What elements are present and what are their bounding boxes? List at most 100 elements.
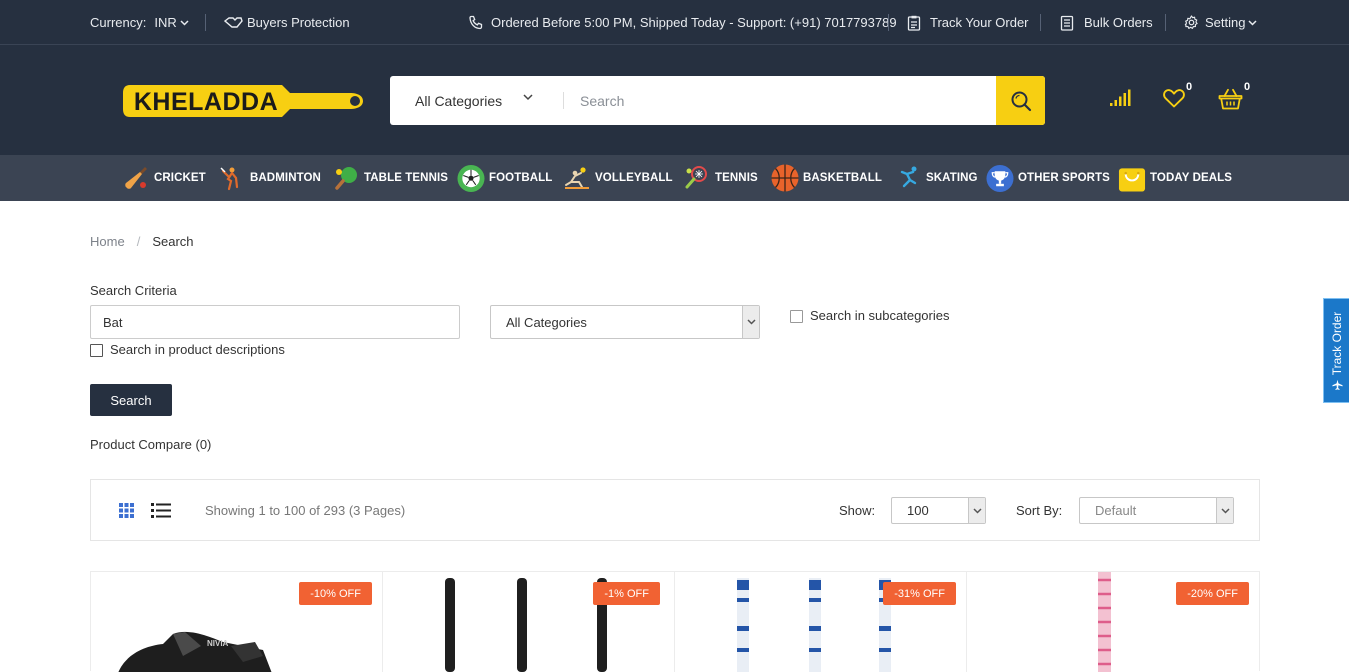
category-nav: CRICKET BADMINTON TABLE TENNIS FOOTBALL … [0,155,1349,201]
discount-badge: -10% OFF [299,582,372,605]
search-button[interactable] [996,76,1045,125]
plane-icon [1331,379,1342,390]
buyers-protection-label: Buyers Protection [247,15,350,30]
compare-signal-icon[interactable] [1109,88,1131,108]
product-image: NIVIA [118,631,272,672]
nav-label: TODAY DEALS [1150,172,1233,184]
chevron-down-icon [523,94,533,101]
breadcrumb-home[interactable]: Home [90,234,125,249]
discount-badge: -20% OFF [1176,582,1249,605]
chevron-down-icon [972,507,982,514]
chevron-down-icon [1220,507,1230,514]
product-grid: NIVIA -10% OFF -1% OFF -31% OFF -20% OFF [90,571,1260,672]
wishlist-heart-icon[interactable] [1163,89,1185,108]
track-order-tab-label: Track Order [1329,311,1344,375]
skater-icon [900,166,917,188]
show-limit-select[interactable]: 100 [891,497,986,524]
descriptions-label: Search in product descriptions [110,342,285,357]
sort-value: Default [1095,503,1137,518]
track-order-link[interactable]: Track Your Order [907,0,1029,45]
football-icon [457,164,485,192]
nav-item-volleyball[interactable]: VOLLEYBALL [563,155,673,201]
category-dropdown-value: All Categories [415,92,503,109]
show-limit-value: 100 [907,503,929,518]
nav-item-cricket[interactable]: CRICKET [122,155,206,201]
nav-label: CRICKET [154,172,206,184]
wishlist-count: 0 [1186,81,1193,93]
cricket-bat-icon [125,167,147,189]
subcategories-label: Search in subcategories [810,308,950,323]
list-view-icon[interactable] [151,503,171,518]
top-bar: Currency: INR Buyers Protection Ordered … [0,0,1349,45]
handshake-icon [224,16,243,28]
main-header: KHELADDA All Categories 0 0 [0,45,1349,155]
volleyball-player-icon [565,167,589,189]
keyword-input[interactable] [90,305,460,339]
nav-item-today-deals[interactable]: TODAY DEALS [1118,155,1232,201]
product-card[interactable]: NIVIA -10% OFF [91,572,383,672]
svg-text:NIVIA: NIVIA [207,639,229,648]
search-input[interactable] [566,76,986,125]
search-submit-button[interactable]: Search [90,384,172,416]
discount-badge: -31% OFF [883,582,956,605]
results-count: Showing 1 to 100 of 293 (3 Pages) [205,502,406,518]
nav-label: TENNIS [715,172,758,184]
nav-label: TABLE TENNIS [364,172,449,184]
nav-label: OTHER SPORTS [1018,172,1110,184]
sort-select[interactable]: Default [1079,497,1234,524]
product-card[interactable]: -1% OFF [383,572,675,672]
nav-label: VOLLEYBALL [595,172,673,184]
nav-item-other-sports[interactable]: OTHER SPORTS [986,155,1110,201]
currency-selector[interactable]: Currency: INR [90,0,189,45]
buyers-protection-link[interactable]: Buyers Protection [224,0,350,45]
descriptions-checkbox[interactable] [90,344,103,357]
show-label: Show: [839,502,876,518]
category-dropdown[interactable]: All Categories [415,76,502,125]
listing-toolbar: Showing 1 to 100 of 293 (3 Pages) Show: … [90,479,1260,541]
search-criteria-title: Search Criteria [90,283,177,298]
chevron-down-icon [1248,19,1258,26]
shipping-note-text: Ordered Before 5:00 PM, Shipped Today - … [491,15,897,30]
chevron-down-icon [180,19,189,26]
grid-view-icon[interactable] [119,503,134,518]
bulk-orders-label: Bulk Orders [1084,15,1153,30]
nav-item-basketball[interactable]: BASKETBALL [771,155,882,201]
basketball-icon [771,164,799,192]
breadcrumb: Home / Search [90,234,194,249]
table-tennis-paddle-icon [335,167,357,190]
product-card[interactable]: -31% OFF [675,572,967,672]
product-card[interactable]: -20% OFF [967,572,1259,672]
settings-menu[interactable]: Setting [1184,0,1258,45]
track-order-side-tab[interactable]: Track Order [1323,298,1349,403]
phone-icon [469,15,483,29]
chevron-down-icon [746,319,756,325]
nav-label: BASKETBALL [803,172,882,184]
bulk-orders-link[interactable]: Bulk Orders [1060,0,1153,45]
nav-label: SKATING [926,172,978,184]
sort-label: Sort By: [1016,502,1063,518]
cart-basket-icon[interactable] [1218,88,1243,110]
search-bar: All Categories [390,76,1045,125]
nav-item-skating[interactable]: SKATING [894,155,978,201]
clipboard-icon [907,15,921,31]
cart-count: 0 [1244,81,1251,93]
nav-item-badminton[interactable]: BADMINTON [218,155,321,201]
currency-value: INR [154,15,177,30]
document-icon [1060,15,1074,31]
category-select-value: All Categories [506,314,587,330]
subcategories-checkbox[interactable] [790,310,803,323]
tennis-racket-icon [685,166,707,189]
nav-item-football[interactable]: FOOTBALL [457,155,552,201]
settings-label: Setting [1205,15,1246,30]
category-select[interactable]: All Categories [490,305,760,339]
nav-item-tennis[interactable]: TENNIS [683,155,758,201]
nav-label: FOOTBALL [489,172,553,184]
product-image [737,578,891,672]
badminton-player-icon [220,167,239,191]
kheladda-logo[interactable]: KHELADDA [122,81,364,121]
trophy-icon [986,164,1014,192]
gear-icon [1184,15,1198,29]
shipping-note: Ordered Before 5:00 PM, Shipped Today - … [468,0,897,45]
nav-item-table-tennis[interactable]: TABLE TENNIS [332,155,448,201]
product-compare-link[interactable]: Product Compare (0) [90,437,211,452]
